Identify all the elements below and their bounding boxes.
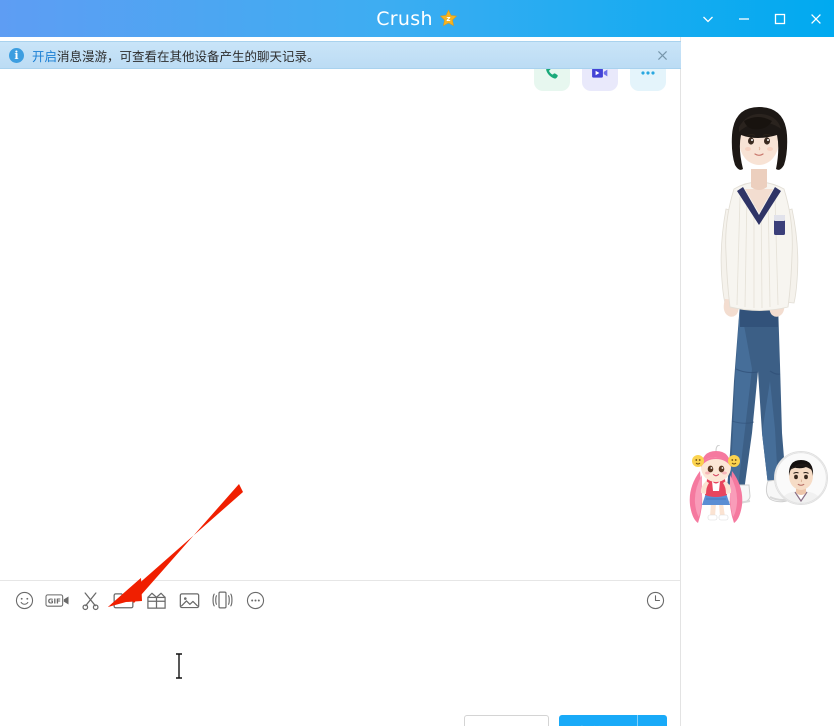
send-options-button[interactable] <box>637 715 667 726</box>
window-maximize-button[interactable] <box>762 0 798 37</box>
message-input[interactable] <box>0 619 680 691</box>
gift-button[interactable] <box>140 585 173 615</box>
gif-button[interactable]: GIF <box>41 585 74 615</box>
close-button[interactable]: 关闭(C) <box>464 715 549 726</box>
notice-close-button[interactable] <box>651 44 673 66</box>
avatar-panel <box>682 37 834 726</box>
gift-icon <box>145 590 168 611</box>
image-icon <box>178 590 201 611</box>
window-title-wrap: Crush z <box>376 8 458 30</box>
window-controls <box>690 0 834 37</box>
chat-window: Crush z <box>0 0 834 726</box>
image-button[interactable] <box>173 585 206 615</box>
scissors-icon <box>79 589 102 612</box>
chevron-down-icon <box>646 722 660 726</box>
window-collapse-button[interactable] <box>690 0 726 37</box>
ellipsis-circle-icon <box>245 590 266 611</box>
send-button[interactable]: 发送(S) <box>559 715 637 726</box>
chat-history-button[interactable] <box>639 585 672 615</box>
composer-toolbar: GIF <box>0 581 680 619</box>
chat-column: GIF <box>0 37 681 726</box>
notice-text: 开启消息漫游，可查看在其他设备产生的聊天记录。 <box>32 46 320 65</box>
more-tools-button[interactable] <box>239 585 272 615</box>
enable-roaming-link[interactable]: 开启 <box>32 49 57 64</box>
star-z-icon: z <box>439 9 458 28</box>
composer-button-row: 关闭(C) 发送(S) <box>464 715 667 726</box>
info-icon: i <box>9 48 24 63</box>
gif-icon: GIF <box>45 590 70 611</box>
user-avatar[interactable] <box>774 451 828 505</box>
clock-icon <box>645 590 666 611</box>
smiley-icon <box>14 590 35 611</box>
window-minimize-button[interactable] <box>726 0 762 37</box>
folder-icon <box>112 590 135 611</box>
svg-text:z: z <box>446 14 450 23</box>
message-list[interactable] <box>0 70 680 580</box>
pet-character[interactable] <box>682 445 754 527</box>
svg-text:GIF: GIF <box>48 597 61 605</box>
file-button[interactable] <box>107 585 140 615</box>
send-button-group: 发送(S) <box>559 715 667 726</box>
page-title: Crush <box>376 8 433 30</box>
titlebar[interactable]: Crush z <box>0 0 834 37</box>
emoji-button[interactable] <box>8 585 41 615</box>
shake-icon <box>211 589 234 611</box>
screenshot-button[interactable] <box>74 585 107 615</box>
notice-rest-text: 消息漫游，可查看在其他设备产生的聊天记录。 <box>57 49 320 64</box>
window-close-button[interactable] <box>798 0 834 37</box>
shake-button[interactable] <box>206 585 239 615</box>
roaming-notice-banner: i 开启消息漫游，可查看在其他设备产生的聊天记录。 <box>0 41 681 69</box>
